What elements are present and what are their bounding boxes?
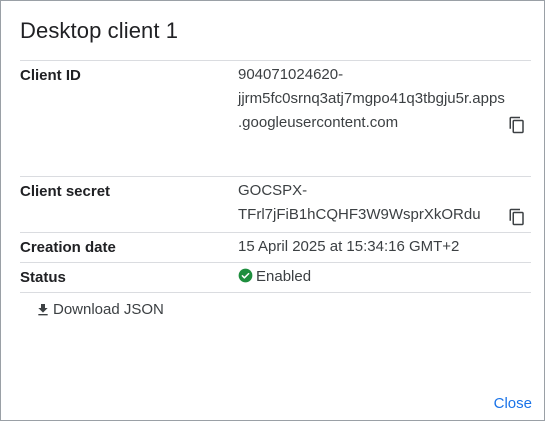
copy-client-secret-button[interactable] <box>508 208 526 226</box>
client-secret-value[interactable]: GOCSPX- TFrl7jFiB1hCQHF3W9WsprXkORdu <box>238 179 481 227</box>
download-json-label: Download JSON <box>53 301 164 318</box>
creation-date-row: Creation date 15 April 2025 at 15:34:16 … <box>20 232 531 263</box>
dialog-title: Desktop client 1 <box>20 18 179 43</box>
copy-client-id-button[interactable] <box>508 116 526 134</box>
client-secret-line2: TFrl7jFiB1hCQHF3W9WsprXkORdu <box>238 206 481 223</box>
client-secret-line1: GOCSPX- <box>238 182 308 199</box>
client-id-value[interactable]: 904071024620- jjrm5fc0srnq3atj7mgpo41q3t… <box>238 63 505 135</box>
client-id-label: Client ID <box>20 67 81 84</box>
copy-icon <box>509 116 524 134</box>
close-button[interactable]: Close <box>494 395 532 412</box>
copy-icon <box>509 208 524 226</box>
creation-date-value: 15 April 2025 at 15:34:16 GMT+2 <box>238 238 460 255</box>
download-icon <box>38 303 48 315</box>
client-id-line3: .googleusercontent.com <box>238 114 399 131</box>
client-secret-label: Client secret <box>20 183 111 200</box>
client-id-row: Client ID 904071024620- jjrm5fc0srnq3atj… <box>20 60 531 177</box>
creation-date-label: Creation date <box>20 239 116 256</box>
status-label: Status <box>20 269 66 286</box>
client-details-dialog: Desktop client 1 Client ID 904071024620-… <box>0 0 545 421</box>
client-secret-row: Client secret GOCSPX- TFrl7jFiB1hCQHF3W9… <box>20 176 531 233</box>
download-json-button[interactable]: Download JSON <box>35 301 164 318</box>
status-row: Status Enabled <box>20 262 531 293</box>
client-id-line1: 904071024620- <box>238 66 344 83</box>
status-value: Enabled <box>238 265 311 289</box>
status-text: Enabled <box>256 268 312 285</box>
client-id-line2: jjrm5fc0srnq3atj7mgpo41q3tbgju5r.apps <box>238 90 505 107</box>
check-circle-icon <box>238 267 253 283</box>
